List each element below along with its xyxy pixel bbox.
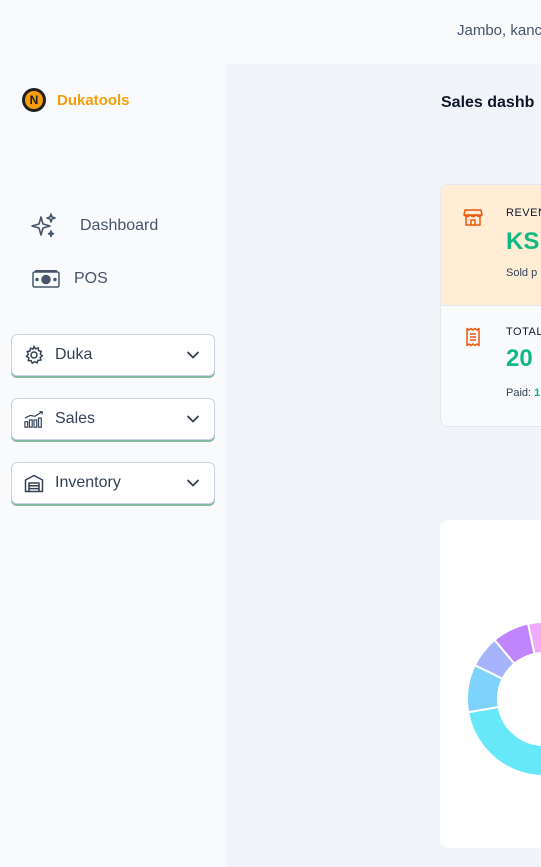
user-greeting: Jambo, kanc [457,22,541,39]
brand-logo: N [22,88,46,112]
orders-value: 20 [506,345,533,372]
gear-icon [25,345,44,365]
orders-paid-value: 1 [534,387,541,399]
nav-item-pos[interactable]: POS [32,269,108,289]
menu-inventory-dropdown[interactable]: Inventory [11,462,215,504]
donut-slice[interactable] [467,705,541,777]
brand-logo-letter: N [25,91,43,109]
orders-paid-label: Paid: [506,387,532,399]
chart-bars-icon [24,411,43,428]
chevron-down-icon [187,479,199,487]
orders-subtext: Paid: 1 [506,387,540,399]
menu-duka-dropdown[interactable]: Duka [11,334,215,376]
page-title: Sales dashb [441,94,535,111]
store-icon [463,209,483,226]
main-content: Sales dashb REVEN KSI Sold p TOTAL 20 Pa… [226,64,541,867]
donut-chart [466,621,541,777]
nav-item-label: POS [74,270,108,287]
nav-item-label: Dashboard [80,217,159,234]
orders-stat[interactable]: TOTAL 20 Paid: 1 [441,306,541,426]
menu-label: Inventory [55,474,121,491]
receipt-icon [466,327,480,347]
chevron-down-icon [187,351,199,359]
revenue-subtext: Sold p [506,267,538,279]
menu-label: Duka [55,346,93,363]
sales-chart-card [440,520,541,848]
revenue-stat[interactable]: REVEN KSI Sold p [441,185,541,306]
warehouse-icon [24,474,44,493]
orders-label: TOTAL [506,326,541,338]
stats-card: REVEN KSI Sold p TOTAL 20 Paid: 1 [440,184,541,427]
menu-sales-dropdown[interactable]: Sales [11,398,215,440]
chevron-down-icon [187,415,199,423]
sparkles-icon [31,213,56,238]
cash-icon [32,270,60,288]
brand[interactable]: N Dukatools [22,88,130,112]
sidebar: N Dukatools Dashboard POS Duka Sales Inv… [0,64,226,867]
revenue-label: REVEN [506,207,541,219]
revenue-value: KSI [506,228,541,255]
top-bar: Jambo, kanc [0,0,541,64]
nav-item-dashboard[interactable]: Dashboard [30,212,158,240]
menu-label: Sales [55,410,96,427]
brand-name: Dukatools [57,91,130,109]
